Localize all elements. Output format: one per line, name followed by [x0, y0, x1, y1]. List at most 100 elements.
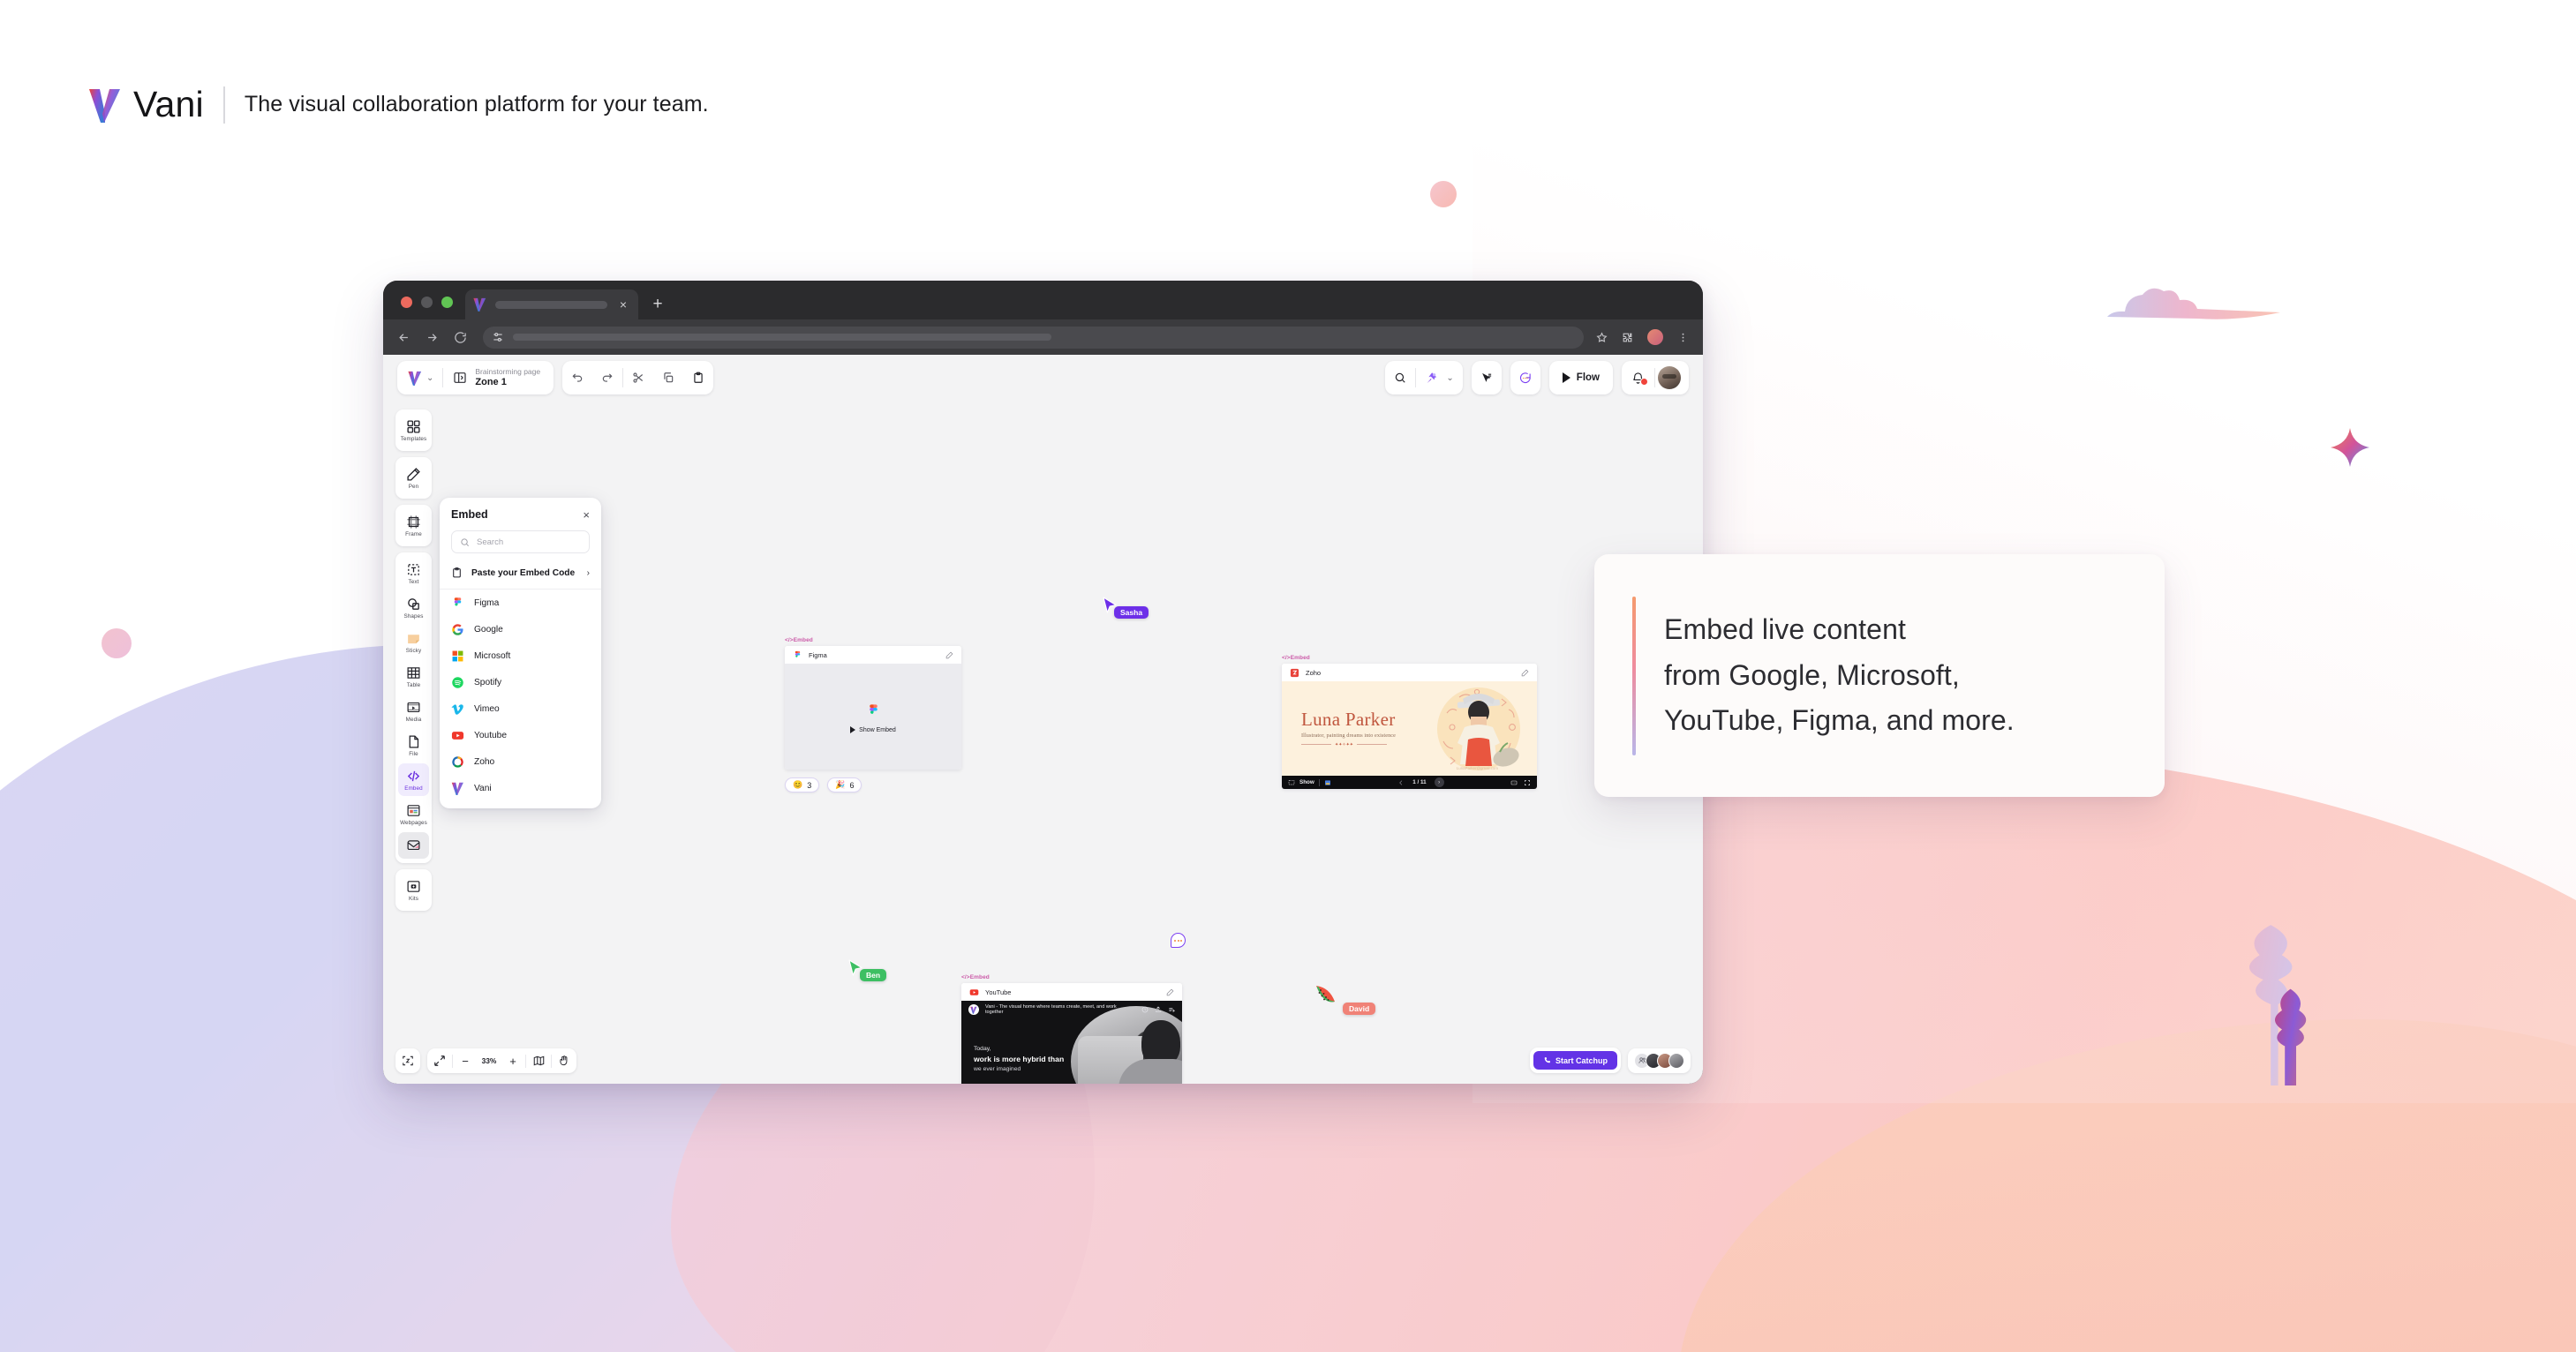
page-selector[interactable]: Brainstorming page Zone 1	[443, 368, 554, 387]
playlist-icon[interactable]	[1168, 1006, 1175, 1013]
present-icon[interactable]	[1288, 779, 1295, 786]
pencil-icon[interactable]	[1166, 988, 1174, 996]
flow-button[interactable]: Flow	[1549, 372, 1613, 383]
star-icon[interactable]	[1596, 331, 1608, 343]
embed-option-microsoft[interactable]: Microsoft	[440, 642, 601, 669]
arrow-right-icon[interactable]	[426, 331, 439, 344]
reaction-pill[interactable]: 🎉 6	[827, 777, 862, 792]
browser-profile-avatar[interactable]	[1647, 329, 1663, 345]
hand-pan-button[interactable]	[552, 1048, 576, 1073]
zoom-in-button[interactable]: +	[501, 1048, 525, 1073]
embed-option-figma[interactable]: Figma	[440, 590, 601, 616]
embed-option-spotify[interactable]: Spotify	[440, 669, 601, 695]
embed-panel: Embed × Paste your Embed Code ›	[440, 498, 601, 808]
maximize-window-button[interactable]	[441, 297, 453, 308]
zoom-out-button[interactable]: −	[453, 1048, 478, 1073]
rail-item-sticky[interactable]: Sticky	[398, 626, 429, 658]
rail-item-frame[interactable]: Frame	[398, 509, 429, 542]
embed-option-youtube[interactable]: Youtube	[440, 722, 601, 748]
zoho-show-label[interactable]: Show	[1299, 779, 1314, 785]
rail-label: File	[409, 751, 418, 757]
youtube-player[interactable]: Vani - The visual home where teams creat…	[961, 1001, 1182, 1084]
watch-later-icon[interactable]	[1141, 1006, 1149, 1013]
undo-button[interactable]	[562, 361, 592, 394]
zone-frame-button[interactable]	[395, 1048, 420, 1073]
start-catchup-button[interactable]: Start Catchup	[1533, 1051, 1617, 1070]
kebab-menu-icon[interactable]	[1677, 332, 1689, 343]
arrow-left-icon[interactable]	[397, 331, 411, 344]
puzzle-icon[interactable]	[1622, 332, 1633, 343]
select-tool-button[interactable]	[1472, 361, 1502, 394]
pin-chevron-down-icon[interactable]: ⌄	[1446, 373, 1462, 383]
reaction-pill[interactable]: 😊 3	[785, 777, 820, 792]
rail-item-table[interactable]: Table	[398, 660, 429, 693]
participants-card[interactable]	[1628, 1048, 1691, 1073]
embed-card-youtube[interactable]: </>Embed YouTube Vani - The visual home …	[961, 974, 1182, 1084]
rail-item-text[interactable]: Text	[398, 557, 429, 590]
comment-bubble-icon[interactable]	[1171, 933, 1186, 948]
copy-button[interactable]	[653, 361, 683, 394]
show-embed-button[interactable]: Show Embed	[850, 726, 896, 733]
rail-item-media[interactable]: Media	[398, 695, 429, 727]
embed-card-zoho[interactable]: </>Embed Zoho Luna Parker Illustrator, p…	[1282, 655, 1537, 789]
rail-item-templates[interactable]: Templates	[398, 414, 429, 447]
chevron-right-icon[interactable]: ›	[587, 568, 590, 578]
chevron-down-icon[interactable]: ⌄	[426, 373, 433, 383]
redo-icon	[602, 373, 613, 382]
close-tab-button[interactable]: ×	[616, 297, 630, 312]
pin-button[interactable]	[1416, 361, 1446, 394]
embed-search-field[interactable]	[451, 530, 590, 553]
embed-option-label: Microsoft	[474, 650, 511, 661]
embed-search-input[interactable]	[477, 537, 581, 547]
fullscreen-icon[interactable]	[1524, 779, 1531, 786]
rail-item-shapes[interactable]: Shapes	[398, 591, 429, 624]
rail-item-pen[interactable]: Pen	[398, 462, 429, 494]
fit-to-screen-button[interactable]	[427, 1048, 452, 1073]
reload-icon[interactable]	[454, 331, 467, 344]
embed-card-figma[interactable]: </>Embed Figma Show Embed 😊 3 🎉 6	[785, 637, 961, 792]
embed-card-title: Zoho	[1306, 668, 1322, 677]
rail-item-embed[interactable]: Embed	[398, 763, 429, 796]
prev-slide-icon[interactable]	[1397, 779, 1405, 786]
user-avatar[interactable]	[1658, 366, 1681, 389]
toolbar-group-select	[1471, 361, 1502, 394]
embed-option-google[interactable]: Google	[440, 616, 601, 642]
embed-option-vimeo[interactable]: Vimeo	[440, 695, 601, 722]
minimap-button[interactable]	[526, 1048, 551, 1073]
embed-code-icon	[407, 770, 420, 782]
paste-embed-code-row[interactable]: Paste your Embed Code ›	[440, 556, 601, 590]
embed-option-zoho[interactable]: Zoho	[440, 748, 601, 775]
slide-page-indicator: 1 / 11	[1412, 779, 1427, 785]
new-tab-button[interactable]: +	[645, 291, 670, 316]
embed-option-vani[interactable]: Vani	[440, 775, 601, 801]
rail-item-webpages[interactable]: Webpages	[398, 798, 429, 830]
embed-placeholder[interactable]: Show Embed	[785, 664, 961, 770]
slide-thumb-icon[interactable]	[1324, 779, 1331, 786]
rail-item-file[interactable]: File	[398, 729, 429, 762]
channel-avatar[interactable]	[968, 1004, 979, 1015]
pencil-icon[interactable]	[1521, 669, 1529, 677]
avatar[interactable]	[1668, 1052, 1684, 1069]
notifications-button[interactable]	[1622, 372, 1654, 386]
zoom-level[interactable]: 33%	[478, 1056, 501, 1065]
url-bar[interactable]	[483, 326, 1584, 349]
rail-item-kits[interactable]: Kits	[398, 874, 429, 906]
video-title: Vani - The visual home where teams creat…	[985, 1004, 1117, 1015]
share-icon[interactable]	[1155, 1006, 1162, 1013]
rail-item-mail[interactable]	[398, 832, 429, 859]
minimize-window-button[interactable]	[421, 297, 433, 308]
app-logo-button[interactable]: ⌄	[397, 371, 442, 386]
caption-line-2: work is more hybrid than	[974, 1055, 1065, 1064]
close-icon[interactable]: ×	[583, 509, 590, 521]
redo-button[interactable]	[592, 361, 622, 394]
close-window-button[interactable]	[401, 297, 412, 308]
pencil-icon[interactable]	[945, 651, 953, 659]
comment-button[interactable]	[1510, 361, 1540, 394]
browser-tab[interactable]: ×	[465, 289, 638, 319]
tune-icon[interactable]	[492, 331, 504, 343]
next-slide-icon[interactable]: ›	[1434, 777, 1444, 787]
captions-icon[interactable]	[1510, 779, 1518, 786]
paste-button[interactable]	[683, 361, 713, 394]
cut-button[interactable]	[623, 361, 653, 394]
search-button[interactable]	[1385, 361, 1415, 394]
